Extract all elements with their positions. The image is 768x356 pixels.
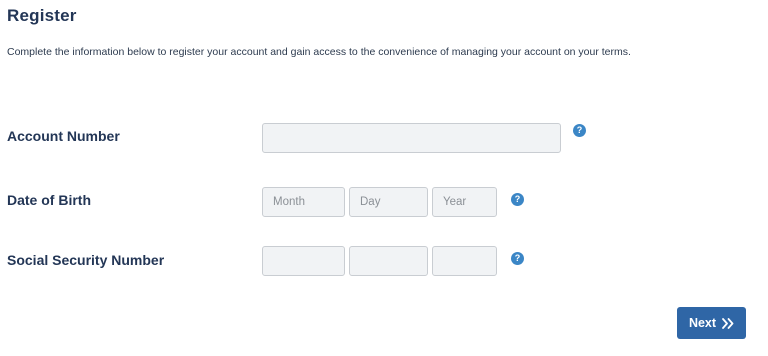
double-chevron-right-icon	[722, 317, 734, 329]
account-number-input[interactable]	[262, 123, 561, 153]
page-title: Register	[7, 6, 77, 25]
ssn-label: Social Security Number	[7, 252, 165, 268]
date-of-birth-help-icon[interactable]: ?	[511, 193, 524, 206]
ssn-part1-input[interactable]	[262, 246, 345, 276]
ssn-help-icon[interactable]: ?	[511, 252, 524, 265]
intro-text: Complete the information below to regist…	[7, 46, 631, 58]
ssn-part2-input[interactable]	[349, 246, 428, 276]
dob-year-input[interactable]	[432, 187, 497, 217]
ssn-part3-input[interactable]	[432, 246, 497, 276]
dob-month-input[interactable]	[262, 187, 345, 217]
next-button[interactable]: Next	[677, 307, 746, 339]
account-number-help-icon[interactable]: ?	[573, 124, 586, 137]
dob-day-input[interactable]	[349, 187, 428, 217]
account-number-label: Account Number	[7, 128, 120, 144]
date-of-birth-label: Date of Birth	[7, 192, 91, 208]
next-button-label: Next	[688, 316, 717, 330]
